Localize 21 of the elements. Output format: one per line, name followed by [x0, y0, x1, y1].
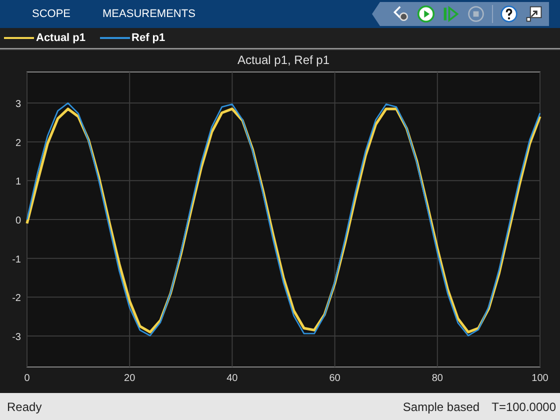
y-tick-label: -1 — [12, 254, 21, 266]
legend-label[interactable]: Ref p1 — [132, 32, 166, 44]
y-tick-label: -3 — [12, 332, 21, 343]
legend-label[interactable]: Actual p1 — [36, 32, 86, 44]
toolstrip-tab[interactable]: MEASUREMENTS — [98, 4, 200, 24]
y-tick-label: 1 — [15, 176, 21, 188]
x-tick-label: 0 — [24, 373, 30, 384]
x-tick-label: 100 — [532, 373, 548, 384]
x-tick-label: 40 — [226, 373, 238, 384]
y-tick-label: 3 — [15, 99, 21, 110]
sampling-mode: Sample based — [402, 400, 480, 414]
simulation-time: T=100.0000 — [492, 400, 556, 414]
x-tick-label: 60 — [329, 373, 340, 384]
y-tick-label: -2 — [12, 293, 21, 304]
y-tick-label: 2 — [15, 138, 21, 149]
chart-title: Actual p1, Ref p1 — [237, 53, 330, 67]
toolstrip-tab[interactable]: SCOPE — [28, 4, 75, 24]
x-tick-label: 80 — [432, 373, 443, 384]
y-tick-label: 0 — [15, 216, 21, 226]
status-text: Ready — [7, 400, 42, 414]
x-tick-label: 20 — [124, 373, 136, 384]
